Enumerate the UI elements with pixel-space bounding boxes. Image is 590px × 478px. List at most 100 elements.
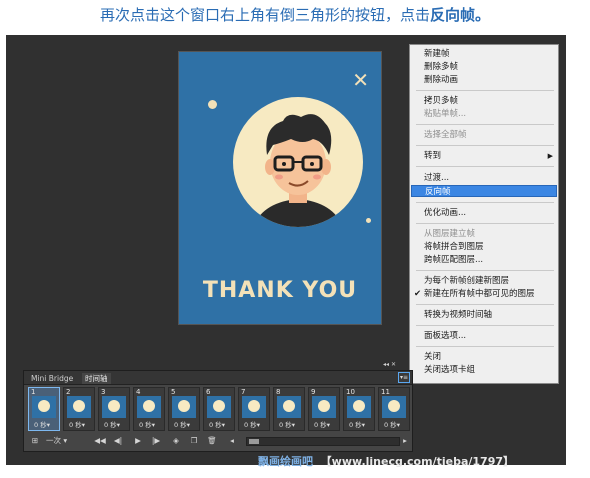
frame-delay[interactable]: 0 秒▾ (34, 419, 50, 429)
frame-preview (137, 396, 161, 418)
menu-separator (416, 270, 554, 271)
frame-preview (312, 396, 336, 418)
frame-number: 4 (136, 388, 141, 396)
thank-you-title: THANK YOU (202, 278, 358, 303)
menu-item-delete-frames[interactable]: 删除多帧 (411, 61, 557, 73)
menu-item-paste-frame[interactable]: 粘贴单帧... (411, 108, 557, 120)
frame-preview (32, 396, 56, 418)
frame-thumbnail[interactable]: 6 0 秒▾ (203, 387, 235, 431)
frame-thumbnail[interactable]: 8 0 秒▾ (273, 387, 305, 431)
frame-thumbnail[interactable]: 2 0 秒▾ (63, 387, 95, 431)
previous-frame-icon[interactable]: ◀| (112, 435, 124, 447)
tween-icon[interactable]: ◈ (170, 435, 182, 447)
frame-thumbnail[interactable]: 9 0 秒▾ (308, 387, 340, 431)
menu-item-delete-animation[interactable]: 删除动画 (411, 74, 557, 86)
frame-delay[interactable]: 0 秒▾ (384, 419, 400, 429)
frame-preview (67, 396, 91, 418)
frame-preview (277, 396, 301, 418)
loop-options-select[interactable]: 一次 ▾ (46, 435, 90, 447)
frame-thumbnail[interactable]: 7 0 秒▾ (238, 387, 270, 431)
scroll-right-icon[interactable]: ▸ (400, 435, 410, 447)
frame-delay[interactable]: 0 秒▾ (279, 419, 295, 429)
menu-item-panel-options[interactable]: 面板选项... (411, 330, 557, 342)
menu-item-reverse-frames[interactable]: 反向帧 (411, 185, 557, 197)
menu-item-new-frame[interactable]: 新建帧 (411, 48, 557, 60)
next-frame-icon[interactable]: |▶ (150, 435, 162, 447)
menu-item-optimize-animation[interactable]: 优化动画... (411, 207, 557, 219)
frame-delay[interactable]: 0 秒▾ (349, 419, 365, 429)
frame-thumbnail[interactable]: 10 0 秒▾ (343, 387, 375, 431)
menu-separator (416, 166, 554, 167)
convert-timeline-icon[interactable]: ⊞ (28, 435, 42, 447)
menu-item-go-to-label: 转到 (424, 151, 442, 161)
menu-item-select-all-frames[interactable]: 选择全部帧 (411, 129, 557, 141)
frame-preview (207, 396, 231, 418)
menu-item-new-layers-visible[interactable]: ✔ 新建在所有帧中都可见的图层 (411, 288, 557, 300)
timeline-panel: ◂◂ ✕ Mini Bridge 时间轴 ▾≡ 1 0 秒▾ 2 0 秒▾ 3 0 秒… (23, 361, 413, 452)
scrollbar-thumb[interactable] (249, 439, 259, 444)
frame-scrollbar[interactable] (246, 437, 400, 446)
frame-thumbnail[interactable]: 4 0 秒▾ (133, 387, 165, 431)
menu-item-close[interactable]: 关闭 (411, 351, 557, 363)
menu-item-new-layer-each-frame[interactable]: 为每个新帧创建新图层 (411, 275, 557, 287)
checkmark-icon: ✔ (414, 289, 422, 299)
menu-separator (416, 124, 554, 125)
frame-delay[interactable]: 0 秒▾ (314, 419, 330, 429)
frame-number: 10 (346, 388, 355, 396)
frame-preview (172, 396, 196, 418)
avatar-illustration (233, 97, 363, 227)
frame-strip: 1 0 秒▾ 2 0 秒▾ 3 0 秒▾ 4 0 秒▾ 5 0 秒▾ 6 0 秒▾ 7 0 秒… (28, 387, 410, 433)
first-frame-icon[interactable]: ◀◀ (94, 435, 106, 447)
frame-thumbnail[interactable]: 1 0 秒▾ (28, 387, 60, 431)
frame-thumbnail[interactable]: 3 0 秒▾ (98, 387, 130, 431)
frame-thumbnail[interactable]: 5 0 秒▾ (168, 387, 200, 431)
frame-number: 3 (101, 388, 106, 396)
timeline-panel-menu: 新建帧 删除多帧 删除动画 拷贝多帧 粘贴单帧... 选择全部帧 转到 ▶ 过渡.… (409, 44, 559, 384)
panel-menu-button[interactable]: ▾≡ (398, 372, 410, 383)
submenu-arrow-icon: ▶ (547, 152, 553, 160)
collapse-panel-icon[interactable]: ◂◂ ✕ (383, 361, 396, 368)
artwork-canvas: ✕ THANK YOU (178, 51, 382, 325)
frame-delay[interactable]: 0 秒▾ (104, 419, 120, 429)
menu-item-tween[interactable]: 过渡... (411, 172, 557, 184)
frame-delay[interactable]: 0 秒▾ (69, 419, 85, 429)
frame-delay[interactable]: 0 秒▾ (174, 419, 190, 429)
decor-dot-small (366, 218, 371, 223)
play-icon[interactable]: ▶ (132, 435, 144, 447)
frame-number: 1 (31, 388, 36, 396)
timeline-controls: ⊞ 一次 ▾ ◀◀ ◀| ▶ |▶ ◈ ❐ 🗑 ◂ ▸ (28, 434, 410, 448)
menu-separator (416, 202, 554, 203)
menu-item-copy-frames[interactable]: 拷贝多帧 (411, 95, 557, 107)
scroll-left-icon[interactable]: ◂ (226, 435, 238, 447)
menu-separator (416, 223, 554, 224)
loop-options-value: 一次 (46, 436, 61, 445)
photoshop-workspace: ✕ THANK YOU 新建帧 删除多帧 删除动画 拷贝多帧 粘贴单帧... 选… (6, 35, 566, 465)
frame-delay[interactable]: 0 秒▾ (244, 419, 260, 429)
tab-timeline[interactable]: 时间轴 (82, 373, 111, 384)
menu-item-match-layer[interactable]: 跨帧匹配图层... (411, 254, 557, 266)
frame-delay[interactable]: 0 秒▾ (209, 419, 225, 429)
frame-thumbnail[interactable]: 11 0 秒▾ (378, 387, 410, 431)
menu-separator (416, 145, 554, 146)
tab-mini-bridge[interactable]: Mini Bridge (28, 373, 76, 384)
menu-item-make-frames-from-layers[interactable]: 从图层建立帧 (411, 228, 557, 240)
instruction-bold: 反向帧。 (430, 6, 491, 24)
menu-separator (416, 304, 554, 305)
frame-number: 2 (66, 388, 71, 396)
frame-number: 7 (241, 388, 246, 396)
delete-frame-icon[interactable]: 🗑 (206, 435, 218, 447)
watermark-url: 【www.linecg.com/tieba/1797】 (320, 455, 515, 468)
frame-delay[interactable]: 0 秒▾ (139, 419, 155, 429)
instruction-main: 再次点击这个窗口右上角有倒三角形的按钮，点击 (99, 6, 430, 24)
menu-item-convert-to-video-timeline[interactable]: 转换为视频时间轴 (411, 309, 557, 321)
menu-separator (416, 325, 554, 326)
frame-number: 11 (381, 388, 390, 396)
frame-preview (242, 396, 266, 418)
menu-item-flatten-frames[interactable]: 将帧拼合到图层 (411, 241, 557, 253)
menu-separator (416, 346, 554, 347)
panel-tab-bar: Mini Bridge 时间轴 ▾≡ (24, 371, 412, 385)
menu-item-close-tab-group[interactable]: 关闭选项卡组 (411, 364, 557, 376)
menu-item-go-to[interactable]: 转到 ▶ (411, 150, 557, 162)
watermark-brand: 飘画绘画吧 (258, 455, 313, 468)
duplicate-frame-icon[interactable]: ❐ (188, 435, 200, 447)
